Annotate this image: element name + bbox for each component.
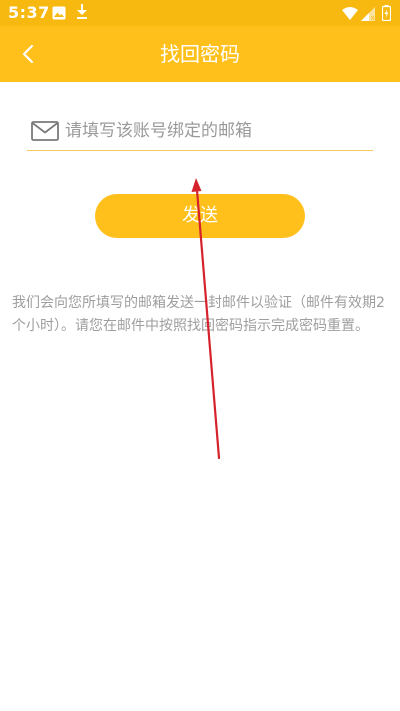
back-button[interactable] <box>8 34 48 74</box>
status-time: 5:37 <box>8 3 50 22</box>
wifi-icon <box>342 6 358 25</box>
download-icon <box>76 4 88 24</box>
screen: 5:37 x 找回密码 请填写该账号绑定的邮箱 发送 我们会向您所填写的邮箱发送… <box>0 0 400 711</box>
image-icon <box>52 5 66 24</box>
status-bar: 5:37 x <box>0 0 400 26</box>
signal-icon: x <box>361 6 375 25</box>
description-text: 我们会向您所填写的邮箱发送一封邮件以验证（邮件有效期2个小时）。请您在邮件中按照… <box>12 295 385 334</box>
chevron-left-icon <box>22 44 34 64</box>
send-button[interactable]: 发送 <box>95 194 305 238</box>
app-bar: 找回密码 <box>0 26 400 82</box>
email-input[interactable] <box>65 116 365 146</box>
mail-icon <box>31 121 59 145</box>
battery-icon <box>381 5 392 25</box>
page-title: 找回密码 <box>160 42 240 66</box>
email-field <box>27 112 373 151</box>
svg-text:x: x <box>371 14 375 21</box>
annotation-arrow <box>191 178 221 460</box>
